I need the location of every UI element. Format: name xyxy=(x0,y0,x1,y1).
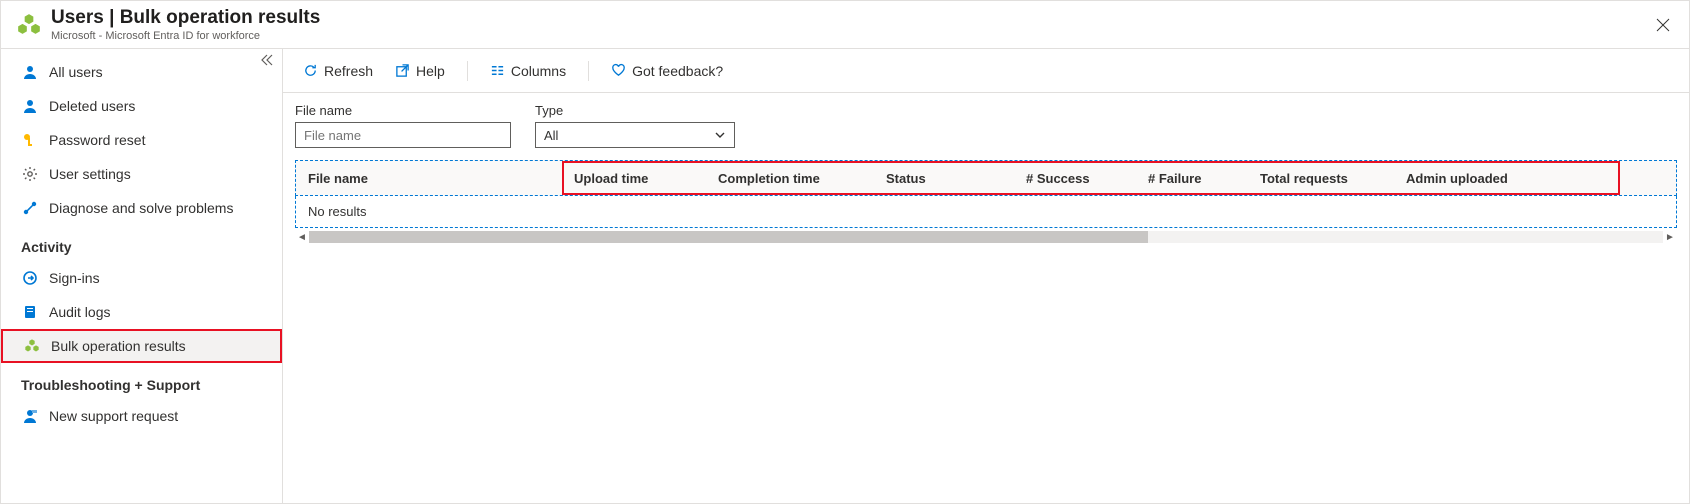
filters-row: File name Type All xyxy=(283,93,1689,160)
sidebar-item-label: Deleted users xyxy=(49,98,135,114)
toolbar: Refresh Help Columns Got feedback? xyxy=(283,49,1689,93)
sidebar-item-label: Sign-ins xyxy=(49,270,100,286)
sidebar-item-password-reset[interactable]: Password reset xyxy=(1,123,282,157)
sidebar-item-bulk-operation-results[interactable]: Bulk operation results xyxy=(1,329,282,363)
sidebar-item-user-settings[interactable]: User settings xyxy=(1,157,282,191)
sidebar-item-new-support-request[interactable]: New support request xyxy=(1,399,282,433)
refresh-icon xyxy=(303,63,318,78)
grid-header-row: File name Upload time Completion time St… xyxy=(295,160,1677,196)
book-icon xyxy=(21,303,39,321)
scrollbar-thumb[interactable] xyxy=(309,231,1148,243)
close-button[interactable] xyxy=(1649,11,1677,39)
scroll-left-arrow[interactable]: ◄ xyxy=(295,230,309,244)
sidebar-item-label: Diagnose and solve problems xyxy=(49,200,233,216)
collapse-sidebar-button[interactable] xyxy=(260,53,274,67)
refresh-label: Refresh xyxy=(324,63,373,79)
filename-filter-label: File name xyxy=(295,103,511,118)
scrollbar-track[interactable] xyxy=(309,231,1663,243)
toolbar-separator xyxy=(588,61,589,81)
support-icon xyxy=(21,407,39,425)
scroll-right-arrow[interactable]: ► xyxy=(1663,230,1677,244)
gear-icon xyxy=(21,165,39,183)
sidebar-item-sign-ins[interactable]: Sign-ins xyxy=(1,261,282,295)
grid-empty-text: No results xyxy=(308,204,367,219)
page-header: Users | Bulk operation results Microsoft… xyxy=(1,1,1689,49)
toolbar-separator xyxy=(467,61,468,81)
sidebar-item-label: Password reset xyxy=(49,132,145,148)
sidebar-item-deleted-users[interactable]: Deleted users xyxy=(1,89,282,123)
feedback-label: Got feedback? xyxy=(632,63,723,79)
external-link-icon xyxy=(395,63,410,78)
horizontal-scrollbar[interactable]: ◄ ► xyxy=(295,230,1677,244)
grid-empty-row: No results xyxy=(295,196,1677,228)
sidebar: All users Deleted users Password reset U… xyxy=(1,49,283,503)
column-header-file-name[interactable]: File name xyxy=(296,171,562,186)
sidebar-section-support: Troubleshooting + Support xyxy=(1,363,282,399)
type-select-value: All xyxy=(544,128,558,143)
cubes-icon xyxy=(23,337,41,355)
tools-icon xyxy=(21,199,39,217)
sidebar-item-label: User settings xyxy=(49,166,131,182)
sidebar-item-label: Audit logs xyxy=(49,304,110,320)
type-filter-label: Type xyxy=(535,103,735,118)
sidebar-item-all-users[interactable]: All users xyxy=(1,55,282,89)
sidebar-item-label: New support request xyxy=(49,408,178,424)
page-title: Users | Bulk operation results xyxy=(51,7,1649,29)
sidebar-section-activity: Activity xyxy=(1,225,282,261)
heart-icon xyxy=(611,63,626,78)
chevron-down-icon xyxy=(714,129,726,141)
highlight-annotation xyxy=(562,161,1620,195)
sidebar-item-label: Bulk operation results xyxy=(51,338,186,354)
sidebar-item-label: All users xyxy=(49,64,103,80)
columns-icon xyxy=(490,63,505,78)
columns-button[interactable]: Columns xyxy=(482,59,574,83)
columns-label: Columns xyxy=(511,63,566,79)
signin-icon xyxy=(21,269,39,287)
help-button[interactable]: Help xyxy=(387,59,453,83)
feedback-button[interactable]: Got feedback? xyxy=(603,59,731,83)
refresh-button[interactable]: Refresh xyxy=(295,59,381,83)
help-label: Help xyxy=(416,63,445,79)
user-icon xyxy=(21,97,39,115)
sidebar-item-audit-logs[interactable]: Audit logs xyxy=(1,295,282,329)
type-select[interactable]: All xyxy=(535,122,735,148)
main-content: Refresh Help Columns Got feedback? xyxy=(283,49,1689,503)
cubes-icon xyxy=(15,11,43,39)
key-icon xyxy=(21,131,39,149)
filename-input[interactable] xyxy=(295,122,511,148)
user-icon xyxy=(21,63,39,81)
page-subtitle: Microsoft - Microsoft Entra ID for workf… xyxy=(51,30,1649,42)
sidebar-item-diagnose[interactable]: Diagnose and solve problems xyxy=(1,191,282,225)
